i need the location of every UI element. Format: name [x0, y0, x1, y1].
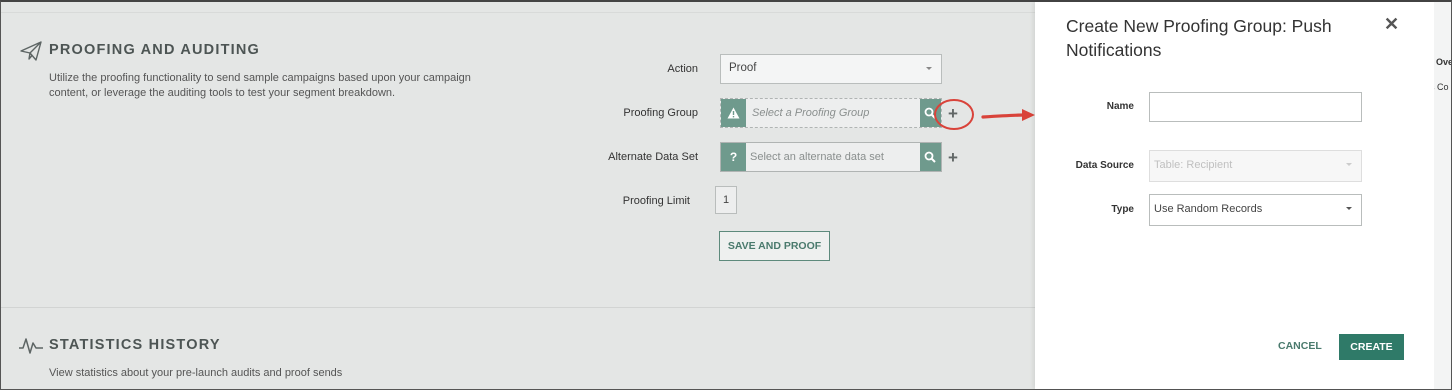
paper-plane-icon	[20, 41, 42, 61]
background-page-strip: Ove s Co	[1434, 2, 1451, 389]
chevron-down-icon	[1346, 207, 1352, 210]
action-select-value: Proof	[729, 62, 757, 74]
type-value: Use Random Records	[1154, 203, 1263, 215]
chevron-down-icon	[1346, 163, 1352, 166]
proofing-group-label: Proofing Group	[623, 107, 698, 119]
proofing-group-field[interactable]: Select a Proofing Group	[720, 98, 942, 128]
alternate-data-set-placeholder: Select an alternate data set	[750, 151, 884, 163]
data-source-select: Table: Recipient	[1149, 150, 1362, 182]
proofing-limit-label: Proofing Limit	[622, 195, 690, 207]
type-label: Type	[1111, 204, 1134, 215]
red-arrow-annotation	[981, 109, 1035, 121]
search-icon	[924, 151, 936, 163]
name-label: Name	[1106, 101, 1134, 112]
proofing-limit-input[interactable]: 1	[715, 186, 737, 214]
alternate-data-set-search-button[interactable]	[920, 143, 941, 171]
background-text-2: s Co	[1434, 82, 1449, 92]
chevron-down-icon	[926, 67, 932, 70]
add-alternate-data-set-plus-icon[interactable]: +	[948, 149, 958, 166]
name-input[interactable]	[1149, 92, 1362, 122]
statistics-section-description: View statistics about your pre-launch au…	[49, 367, 343, 379]
background-text-1: Ove	[1436, 57, 1451, 67]
create-proofing-group-panel: Create New Proofing Group: Push Notifica…	[1035, 2, 1434, 389]
alternate-data-set-field[interactable]: ? Select an alternate data set	[720, 142, 942, 172]
data-source-value: Table: Recipient	[1154, 159, 1233, 171]
highlight-circle	[934, 99, 974, 130]
statistics-section-title: STATISTICS HISTORY	[49, 337, 221, 353]
cancel-button[interactable]: CANCEL	[1278, 340, 1322, 352]
action-label: Action	[667, 63, 698, 75]
top-divider	[1, 12, 1035, 13]
alternate-data-set-label: Alternate Data Set	[608, 151, 698, 163]
main-panel: PROOFING AND AUDITING Utilize the proofi…	[1, 2, 1035, 389]
create-button[interactable]: CREATE	[1339, 334, 1404, 360]
type-select[interactable]: Use Random Records	[1149, 194, 1362, 226]
warning-icon	[721, 99, 746, 127]
section-divider	[1, 307, 1035, 308]
heartbeat-icon	[19, 338, 43, 354]
proofing-section-title: PROOFING AND AUDITING	[49, 42, 261, 58]
save-and-proof-button[interactable]: SAVE AND PROOF	[719, 231, 830, 261]
modal-title: Create New Proofing Group: Push Notifica…	[1066, 16, 1332, 60]
proofing-section-description: Utilize the proofing functionality to se…	[49, 72, 471, 99]
question-icon: ?	[721, 143, 746, 171]
data-source-label: Data Source	[1075, 160, 1134, 171]
action-select[interactable]: Proof	[720, 54, 942, 84]
close-icon[interactable]: ✕	[1384, 14, 1399, 35]
proofing-group-placeholder: Select a Proofing Group	[752, 107, 870, 119]
